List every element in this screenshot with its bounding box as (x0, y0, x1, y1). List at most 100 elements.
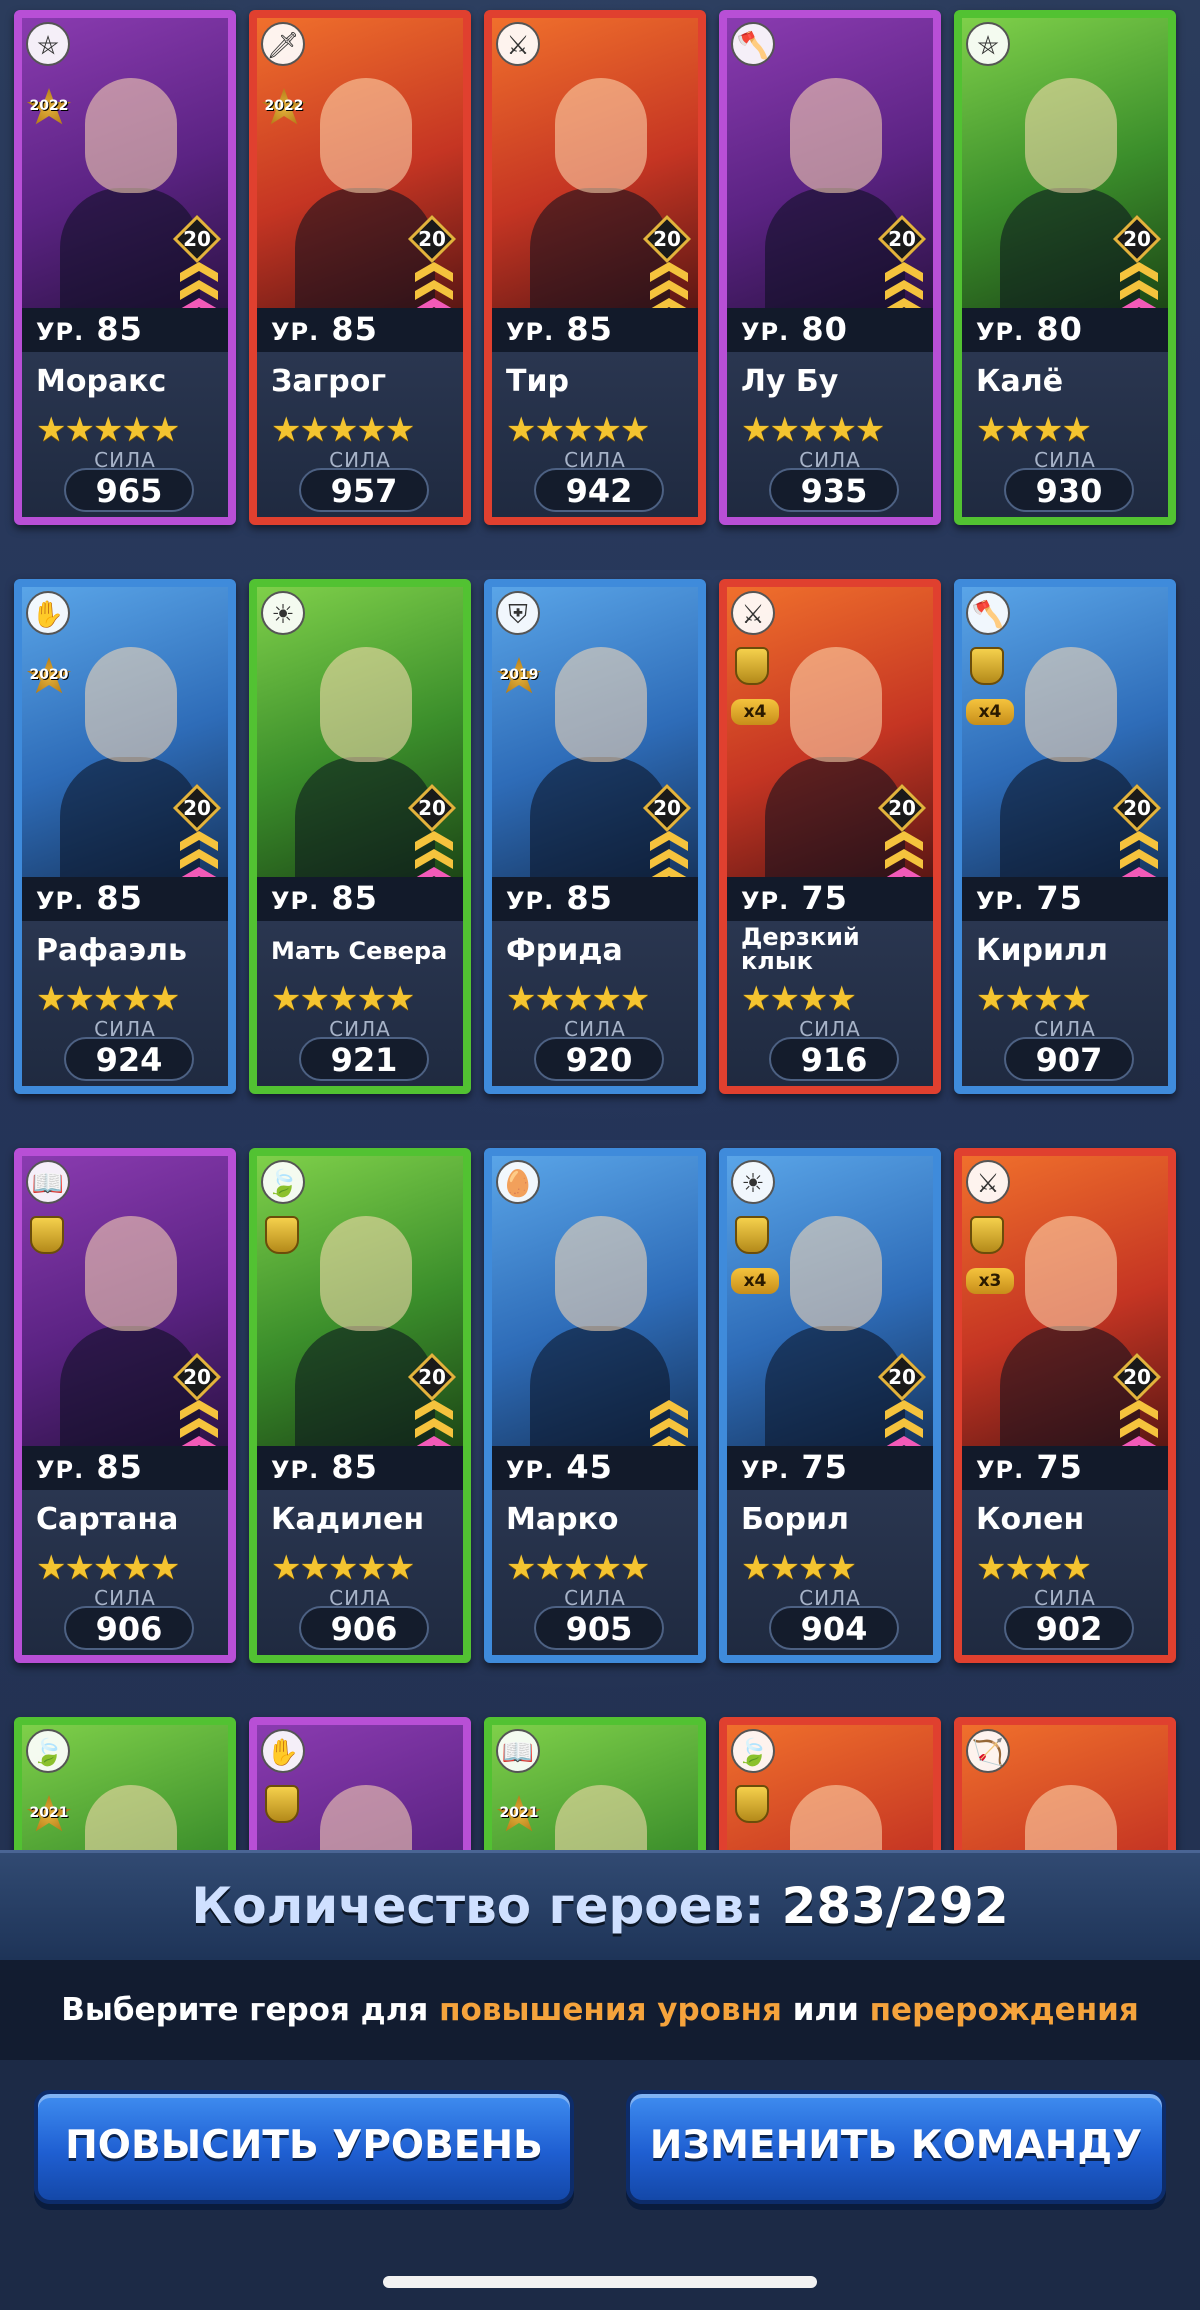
level-prefix: УР. (976, 887, 1025, 915)
star-rating: ★★★★★ (36, 1548, 180, 1588)
rank-diamond-icon: 20 (172, 214, 222, 264)
sun-icon: ☀ (261, 591, 305, 635)
power-pill: 942 (534, 468, 664, 512)
shield-icon: ⛨ (496, 591, 540, 635)
level-prefix: УР. (741, 1456, 790, 1484)
hero-card[interactable]: ☀ x4 20 УР. 75 Борил ★★★★ СИЛА 904 (719, 1148, 941, 1663)
hint-bar: Выберите героя для повышения уровня или … (0, 1960, 1200, 2060)
power-value: 906 (95, 1610, 163, 1648)
hero-figure (60, 1196, 200, 1446)
rank-diamond-icon: 20 (407, 214, 457, 264)
hand-icon: ✋ (26, 591, 70, 635)
hero-card[interactable]: 🏹 (954, 1717, 1176, 1850)
power-pill: 906 (299, 1606, 429, 1650)
hero-info: Моракс ★★★★★ СИЛА 965 (22, 352, 228, 517)
hero-card[interactable]: 🪓 x4 20 УР. 75 Кирилл ★★★★ СИЛА 907 (954, 579, 1176, 1094)
hero-figure (295, 1765, 435, 1850)
hero-level: УР. 85 (271, 1448, 378, 1486)
hero-card[interactable]: ☀ 20 УР. 85 Мать Севера ★★★★★ СИЛА 921 (249, 579, 471, 1094)
hero-card[interactable]: ✋ 2020 20 УР. 85 Рафаэль ★★★★★ СИЛА 924 (14, 579, 236, 1094)
hero-card[interactable]: 🍃 20 УР. 85 Кадилен ★★★★★ СИЛА 906 (249, 1148, 471, 1663)
star-rating: ★★★★★ (271, 1548, 415, 1588)
hero-name: Моракс (36, 364, 167, 399)
hint-level-up-link: повышения уровня (439, 1992, 782, 2028)
hero-card[interactable]: ⚔ x4 20 УР. 75 Дерзкий клык ★★★★ СИЛА 916 (719, 579, 941, 1094)
crossed-swords-icon: ⚔ (496, 22, 540, 66)
power-pill: 920 (534, 1037, 664, 1081)
level-prefix: УР. (741, 887, 790, 915)
leaf-icon: 🍃 (26, 1729, 70, 1773)
hero-card[interactable]: ✋ (249, 1717, 471, 1850)
hero-card[interactable]: 📖 20 УР. 85 Сартана ★★★★★ СИЛА 906 (14, 1148, 236, 1663)
hero-level: УР. 75 (976, 1448, 1083, 1486)
hero-info: Рафаэль ★★★★★ СИЛА 924 (22, 921, 228, 1086)
power-pill: 916 (769, 1037, 899, 1081)
power-pill: 935 (769, 468, 899, 512)
power-pill: 907 (1004, 1037, 1134, 1081)
hero-card[interactable]: ⛨ 2019 20 УР. 85 Фрида ★★★★★ СИЛА 920 (484, 579, 706, 1094)
hero-figure (1000, 1765, 1140, 1850)
hero-card[interactable]: 📖 2021 (484, 1717, 706, 1850)
level-value: 85 (331, 310, 378, 348)
star-rating: ★★★★★ (271, 410, 415, 450)
hero-card[interactable]: ⚔ x3 20 УР. 75 Колен ★★★★ СИЛА 902 (954, 1148, 1176, 1663)
level-value: 85 (566, 879, 613, 917)
trophy-icon (735, 1785, 769, 1823)
crossed-swords-icon: ⚔ (731, 591, 775, 635)
hero-card[interactable]: 🍃 (719, 1717, 941, 1850)
hero-card[interactable]: 🗡 2022 20 УР. 85 Загрог ★★★★★ СИЛА 957 (249, 10, 471, 525)
star-rating: ★★★★★ (506, 979, 650, 1019)
level-up-button[interactable]: ПОВЫСИТЬ УРОВЕНЬ (34, 2090, 574, 2204)
hero-figure (60, 1765, 200, 1850)
hero-name: Лу Бу (741, 364, 839, 399)
hero-info: Колен ★★★★ СИЛА 902 (962, 1490, 1168, 1655)
power-value: 902 (1035, 1610, 1103, 1648)
hero-figure (295, 627, 435, 877)
hero-card[interactable]: 🥚 УР. 45 Марко ★★★★★ СИЛА 905 (484, 1148, 706, 1663)
hero-card[interactable]: ⚔ 20 УР. 85 Тир ★★★★★ СИЛА 942 (484, 10, 706, 525)
change-team-button[interactable]: ИЗМЕНИТЬ КОМАНДУ (626, 2090, 1166, 2204)
hero-count-value: 283/292 (781, 1877, 1009, 1935)
hero-card[interactable]: ⛤ 2022 20 УР. 85 Моракс ★★★★★ СИЛА 965 (14, 10, 236, 525)
power-value: 907 (1035, 1041, 1103, 1079)
hero-info: Мать Севера ★★★★★ СИЛА 921 (257, 921, 463, 1086)
star-rating: ★★★★★ (271, 979, 415, 1019)
level-bar: УР. 85 (257, 1446, 463, 1490)
rank-number: 20 (888, 1365, 916, 1389)
rank-diamond-icon: 20 (407, 1352, 457, 1402)
hero-level: УР. 45 (506, 1448, 613, 1486)
rank-diamond-icon: 20 (642, 214, 692, 264)
hero-info: Дерзкий клык ★★★★ СИЛА 916 (727, 921, 933, 1086)
level-value: 80 (801, 310, 848, 348)
hero-name: Тир (506, 364, 569, 399)
power-pill: 965 (64, 468, 194, 512)
level-prefix: УР. (506, 318, 555, 346)
level-prefix: УР. (36, 318, 85, 346)
trophy-icon (970, 1216, 1004, 1254)
home-indicator[interactable] (383, 2276, 817, 2288)
power-value: 924 (95, 1041, 163, 1079)
hero-card[interactable]: ⛤ 20 УР. 80 Калё ★★★★ СИЛА 930 (954, 10, 1176, 525)
power-value: 930 (1035, 472, 1103, 510)
level-prefix: УР. (741, 318, 790, 346)
level-bar: УР. 85 (22, 877, 228, 921)
rank-number: 20 (183, 227, 211, 251)
rank-number: 20 (183, 1365, 211, 1389)
multiplier-badge: x3 (966, 1268, 1014, 1294)
hero-card[interactable]: 🪓 20 УР. 80 Лу Бу ★★★★★ СИЛА 935 (719, 10, 941, 525)
hero-count: Количество героев: 283/292 (0, 1877, 1200, 1935)
level-prefix: УР. (976, 1456, 1025, 1484)
axe-icon: 🪓 (731, 22, 775, 66)
hero-card[interactable]: 🍃 2021 (14, 1717, 236, 1850)
pentagram-icon: ⛤ (966, 22, 1010, 66)
level-prefix: УР. (36, 887, 85, 915)
year-badge: 2020 (29, 667, 69, 683)
rank-number: 20 (1123, 796, 1151, 820)
hero-figure (295, 1196, 435, 1446)
level-value: 45 (566, 1448, 613, 1486)
year-badge: 2021 (29, 1805, 69, 1821)
level-value: 75 (801, 879, 848, 917)
hero-info: Кирилл ★★★★ СИЛА 907 (962, 921, 1168, 1086)
hero-level: УР. 85 (36, 310, 143, 348)
rank-number: 20 (653, 227, 681, 251)
